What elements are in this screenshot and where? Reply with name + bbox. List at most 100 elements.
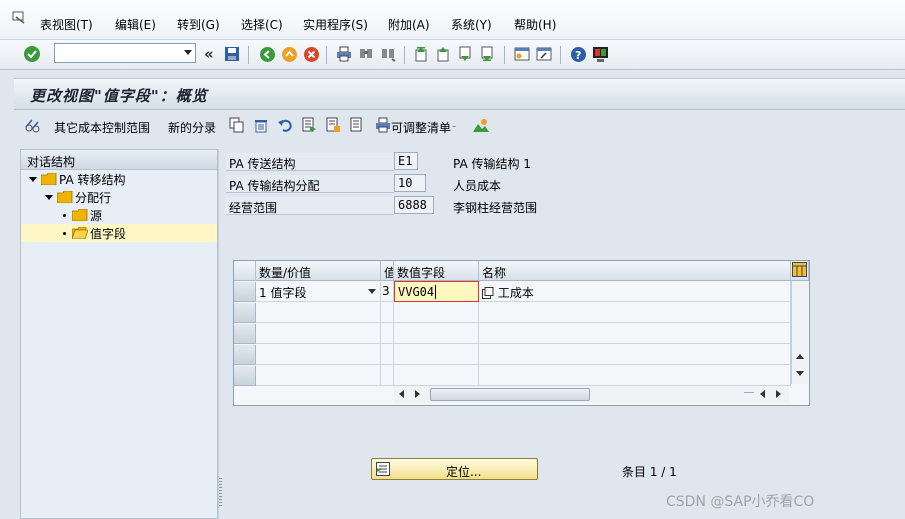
menu-table-view[interactable]: 表视图(T) [40, 16, 93, 33]
menu-system[interactable]: 系统(Y) [451, 16, 492, 33]
table-cell[interactable] [256, 344, 381, 365]
undo-icon[interactable] [276, 116, 294, 134]
scroll-right-end-icon[interactable] [776, 390, 781, 398]
table-cell[interactable] [394, 344, 479, 365]
find-icon[interactable] [356, 44, 376, 64]
scroll-right-icon[interactable] [415, 390, 420, 398]
copy-icon[interactable] [228, 116, 246, 134]
adjustable-list-button[interactable]: 可调整清单 [391, 119, 451, 136]
entry-count: 条目 1 / 1 [622, 465, 677, 479]
transfer-structure-field[interactable]: E1 [394, 152, 418, 170]
command-field[interactable] [54, 43, 196, 63]
table-settings-icon[interactable] [791, 261, 809, 281]
first-page-icon[interactable] [412, 44, 432, 64]
last-page-icon[interactable] [478, 44, 498, 64]
new-entries-button[interactable]: 新的分录 [168, 119, 216, 136]
landscape-icon[interactable] [472, 116, 490, 134]
table-cell-qty-value[interactable]: 1 值字段 [256, 281, 381, 302]
column-header-value[interactable]: 值 [381, 261, 394, 281]
menu-utilities[interactable]: 实用程序(S) [303, 16, 368, 33]
table-cell[interactable] [256, 323, 381, 344]
table-cell[interactable] [381, 323, 394, 344]
table-cell[interactable] [394, 302, 479, 323]
table-cell-code[interactable]: 3 [381, 281, 394, 302]
column-header-value-field[interactable]: 数值字段 [394, 261, 479, 281]
column-header-name[interactable]: 名称 [479, 261, 791, 281]
tree-item-value-fields[interactable]: 值字段 [21, 224, 217, 242]
table-cell[interactable] [256, 302, 381, 323]
expand-icon[interactable] [45, 194, 53, 200]
glasses-icon[interactable] [24, 116, 42, 134]
tree-item-source[interactable]: 源 [63, 206, 102, 224]
table-cell[interactable] [479, 302, 791, 323]
expand-icon[interactable] [29, 176, 37, 182]
table-cell[interactable] [394, 365, 479, 386]
table-cell-name[interactable]: 工成本 [479, 281, 791, 302]
check-icon[interactable] [22, 44, 42, 64]
select-all-column[interactable] [234, 261, 256, 281]
menu-extras[interactable]: 附加(A) [388, 16, 430, 33]
print-icon[interactable] [334, 44, 354, 64]
table-cell[interactable] [256, 365, 381, 386]
table-cell[interactable] [381, 365, 394, 386]
find-next-icon[interactable] [378, 44, 398, 64]
splitter-grip-icon[interactable] [219, 478, 222, 508]
back-icon[interactable] [257, 44, 277, 64]
copy-icon[interactable] [482, 287, 494, 299]
row-selector[interactable] [234, 345, 256, 365]
table-cell[interactable] [381, 344, 394, 365]
cancel-icon[interactable] [301, 44, 321, 64]
chevron-down-icon[interactable] [184, 50, 192, 55]
tree-item-assignment-lines[interactable]: 分配行 [45, 188, 111, 206]
shortcut-icon[interactable] [534, 44, 554, 64]
operating-concern-field[interactable]: 6888 [394, 196, 434, 214]
exit-icon[interactable] [279, 44, 299, 64]
other-cost-control-area-button[interactable]: 其它成本控制范围 [54, 119, 150, 136]
row-selector[interactable] [234, 324, 256, 344]
system-menu-icon[interactable] [12, 11, 26, 25]
table-cell[interactable] [479, 344, 791, 365]
table-cell-value-field[interactable]: VVG04 [394, 281, 479, 302]
next-page-icon[interactable] [456, 44, 476, 64]
select-block-icon[interactable] [324, 116, 342, 134]
assignment-text: 人员成本 [453, 179, 502, 193]
scroll-left-end-icon[interactable] [760, 390, 765, 398]
tree-item-transfer-structure[interactable]: PA 转移结构 [29, 170, 126, 188]
row-selector[interactable] [234, 303, 256, 323]
save-icon[interactable] [222, 44, 242, 64]
delete-icon[interactable] [252, 116, 270, 134]
print-list-icon[interactable] [374, 116, 392, 134]
table-cell[interactable] [479, 365, 791, 386]
collapse-command-icon[interactable]: « [204, 45, 214, 63]
column-header-qty-value[interactable]: 数量/价值 [256, 261, 381, 281]
row-selector[interactable] [234, 282, 256, 302]
scroll-down-icon[interactable] [796, 371, 804, 376]
menu-goto[interactable]: 转到(G) [177, 16, 220, 33]
position-button[interactable]: 定位... [371, 458, 538, 480]
horizontal-scrollbar[interactable] [394, 386, 789, 403]
more-actions-icon[interactable]: - [452, 119, 456, 133]
menu-selection[interactable]: 选择(C) [241, 16, 283, 33]
new-session-icon[interactable] [512, 44, 532, 64]
prev-page-icon[interactable] [434, 44, 454, 64]
assignment-field[interactable]: 10 [394, 174, 426, 192]
select-all-icon[interactable] [300, 116, 318, 134]
dropdown-icon[interactable] [368, 289, 376, 294]
deselect-all-icon[interactable] [348, 116, 366, 134]
row-selector[interactable] [234, 366, 256, 386]
scroll-up-icon[interactable] [796, 354, 804, 359]
table-cell[interactable] [479, 323, 791, 344]
table-cell[interactable] [381, 302, 394, 323]
menu-edit[interactable]: 编辑(E) [115, 16, 156, 33]
customize-layout-icon[interactable] [590, 44, 610, 64]
scroll-thumb[interactable] [430, 388, 590, 401]
table-cell[interactable] [394, 323, 479, 344]
vertical-scrollbar[interactable] [791, 281, 809, 384]
folder-icon [72, 209, 88, 221]
command-input[interactable] [55, 44, 175, 62]
menu-help[interactable]: 帮助(H) [514, 16, 556, 33]
scroll-left-icon[interactable] [399, 390, 404, 398]
menu-bar: 表视图(T) 编辑(E) 转到(G) 选择(C) 实用程序(S) 附加(A) 系… [0, 0, 905, 40]
help-icon[interactable]: ? [568, 44, 588, 64]
panel-splitter[interactable] [218, 149, 224, 519]
